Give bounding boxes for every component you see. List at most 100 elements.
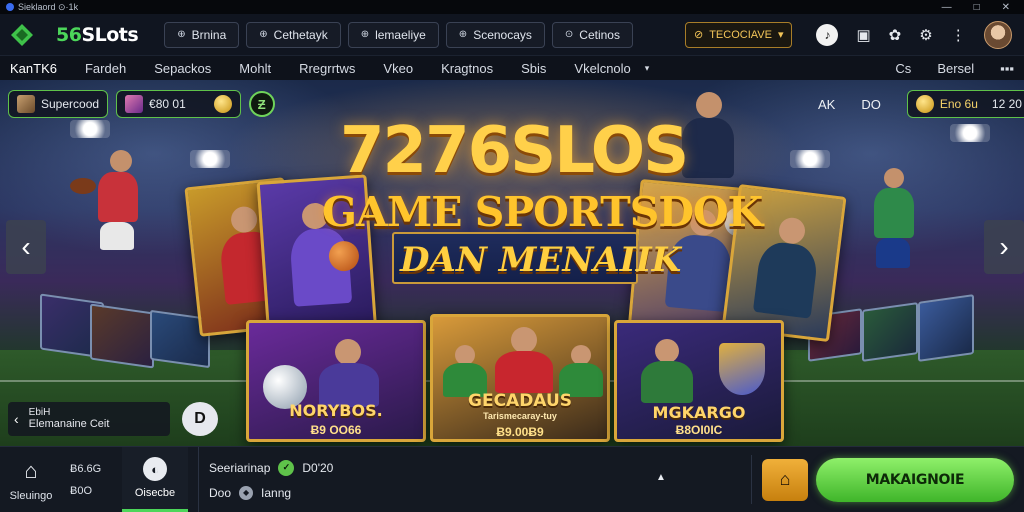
nav-pill-cethetayk[interactable]: ⊕ Cethetayk <box>246 21 341 48</box>
language-icon: ⊘ <box>693 29 704 41</box>
stat-value: Ƀ0O <box>70 484 93 497</box>
grid-menu-icon[interactable]: ▪▪▪ <box>1000 61 1014 76</box>
clock-icon: ◐ <box>143 457 167 481</box>
header-icons: ♪ ▣ ✿ ⚙ ⋮ <box>816 20 1012 49</box>
game-card-title: NORYBOS. <box>289 401 383 420</box>
player-figure-left <box>70 140 160 250</box>
account-button[interactable]: ⌂ <box>762 458 808 501</box>
hero-subtitle-2: DAN MENAIIK <box>400 240 682 280</box>
top-right-label-do[interactable]: DO <box>861 97 881 112</box>
stadium-light <box>950 124 990 142</box>
chat-icon[interactable]: ▣ <box>856 26 870 44</box>
category-item[interactable]: Vkeo <box>383 61 413 76</box>
bonus-button[interactable]: Ƶ <box>248 91 275 117</box>
stats-block: Ƀ6.6G Ƀ0O <box>62 447 122 512</box>
category-item[interactable]: Kragtnos <box>441 61 493 76</box>
nav-label: Cetinos <box>579 27 620 42</box>
home-icon: ⌂ <box>24 457 38 483</box>
back-icon[interactable]: ‹ <box>14 411 19 427</box>
bottom-bar: ⌂ Sleuingo Ƀ6.6G Ƀ0O ◐ Oisecbe Seeriarin… <box>0 446 1024 512</box>
nav-label: Scenocays <box>473 27 532 42</box>
maximize-button[interactable]: □ <box>974 2 980 13</box>
window-controls: — □ ✕ <box>942 2 1018 13</box>
coin-icon <box>915 95 934 113</box>
carousel-prev-button[interactable]: ‹ <box>6 220 46 274</box>
register-button[interactable]: MAKAIGNOIE <box>816 457 1014 502</box>
chevron-down-icon: ▾ <box>777 29 784 41</box>
game-card-value: Ƀ9.00Ƀ9 <box>496 425 544 439</box>
game-card-title: MGKARGO <box>652 403 746 422</box>
user-avatar-icon <box>17 95 35 113</box>
app-icon <box>6 3 14 11</box>
side-card[interactable] <box>90 303 154 369</box>
hero-title: 7276SLOS <box>340 114 689 188</box>
nav-active-tab[interactable]: ◐ Oisecbe <box>122 447 188 512</box>
category-item[interactable]: Rregrrtws <box>299 61 355 76</box>
settings-icon[interactable]: ⚙ <box>919 26 932 44</box>
nav-label: lemaeliye <box>375 27 426 42</box>
info-value: D0'20 <box>302 460 334 475</box>
nav-pill-lemaeliye[interactable]: ⊕ lemaeliye <box>347 21 439 48</box>
user-chip[interactable]: Supercood <box>8 90 109 118</box>
user-chip-label: Supercood <box>41 97 100 111</box>
top-right-label-ak[interactable]: AK <box>818 97 835 112</box>
game-card-norybos[interactable]: NORYBOS. Ƀ9 OO66 <box>246 320 426 442</box>
logo-diamond-icon[interactable] <box>8 21 36 49</box>
category-right: Cs Bersel ▪▪▪ <box>895 61 1014 76</box>
coin-icon <box>213 95 232 113</box>
music-icon[interactable]: ♪ <box>816 23 839 46</box>
chevron-down-icon[interactable]: ▾ <box>645 63 650 74</box>
category-item[interactable]: Fardeh <box>85 61 126 76</box>
live-panel-line2: Elemanaine Ceit <box>28 418 110 430</box>
category-item[interactable]: KanTK6 <box>10 61 57 76</box>
logo-text: 56SLots <box>56 23 139 46</box>
nav-pill-cetinos[interactable]: ⊙ Cetinos <box>551 21 633 48</box>
nav-pill-scenocays[interactable]: ⊕ Scenocays <box>445 21 545 48</box>
language-select[interactable]: ⊘ TECOCIAVE ▾ <box>684 21 793 48</box>
stadium-light <box>190 150 230 168</box>
d-button[interactable]: D <box>182 402 218 436</box>
category-item[interactable]: Sepackos <box>154 61 211 76</box>
avatar[interactable] <box>983 20 1012 49</box>
mouse-cursor-icon: ▲ <box>656 472 666 483</box>
game-card-subtitle: Tarismecaray-tuy <box>483 411 557 421</box>
side-card[interactable] <box>918 294 974 362</box>
close-button[interactable]: ✕ <box>1002 2 1010 13</box>
user-icon: ⌂ <box>779 469 791 489</box>
nav-icon: ⊕ <box>458 29 468 40</box>
hero-chip-row-left: Supercood €80 01 Ƶ <box>8 90 275 118</box>
category-bar: KanTK6 Fardeh Sepackos Mohlt Rregrrtws V… <box>0 56 1024 80</box>
nav-pills: ⊕ Brnina ⊕ Cethetayk ⊕ lemaeliye ⊕ Scenocays… <box>164 21 633 48</box>
nav-pill-brnina[interactable]: ⊕ Brnina <box>164 21 240 48</box>
wallet-icon <box>125 95 144 113</box>
check-icon: ✓ <box>278 459 295 476</box>
player-figure-right <box>860 160 930 270</box>
category-right-bersel[interactable]: Bersel <box>937 61 974 76</box>
window-title: Sieklaord ⊙·1k <box>18 1 79 12</box>
category-item[interactable]: Vkelcnolo <box>574 61 630 76</box>
live-panel-line1: EbiH <box>28 407 51 418</box>
balance-chip[interactable]: €80 01 <box>116 90 241 118</box>
site-logo[interactable]: 56SLots <box>56 23 139 46</box>
top-header: 56SLots ⊕ Brnina ⊕ Cethetayk ⊕ lemaeliye ⊕ S… <box>0 14 1024 56</box>
category-item[interactable]: Sbis <box>521 61 546 76</box>
game-card-gecadaus[interactable]: GECADAUS Tarismecaray-tuy Ƀ9.00Ƀ9 <box>430 314 610 442</box>
live-panel[interactable]: ‹ EbiH Elemanaine Ceit <box>8 402 170 436</box>
nav-home[interactable]: ⌂ Sleuingo <box>0 447 62 512</box>
nav-label: Cethetayk <box>273 27 328 42</box>
window-titlebar: Sieklaord ⊙·1k — □ ✕ <box>0 0 1024 14</box>
nav-icon: ⊙ <box>564 29 574 40</box>
coin-chip-label: Eno 6u <box>939 97 978 111</box>
more-icon[interactable]: ⋮ <box>951 26 966 44</box>
minimize-button[interactable]: — <box>942 2 952 13</box>
coin-chip[interactable]: Eno 6u 12 20 <box>906 90 1024 118</box>
side-card[interactable] <box>862 302 918 362</box>
gift-icon[interactable]: ✿ <box>889 26 902 44</box>
category-item[interactable]: Mohlt <box>239 61 271 76</box>
stadium-light <box>790 150 830 168</box>
info-label: Doo <box>209 485 232 500</box>
game-card-title: GECADAUS <box>468 391 572 411</box>
game-card-mgkargo[interactable]: MGKARGO Ƀ8OI0IC <box>614 320 784 442</box>
category-right-cs[interactable]: Cs <box>895 61 911 76</box>
carousel-next-button[interactable]: › <box>984 220 1024 274</box>
